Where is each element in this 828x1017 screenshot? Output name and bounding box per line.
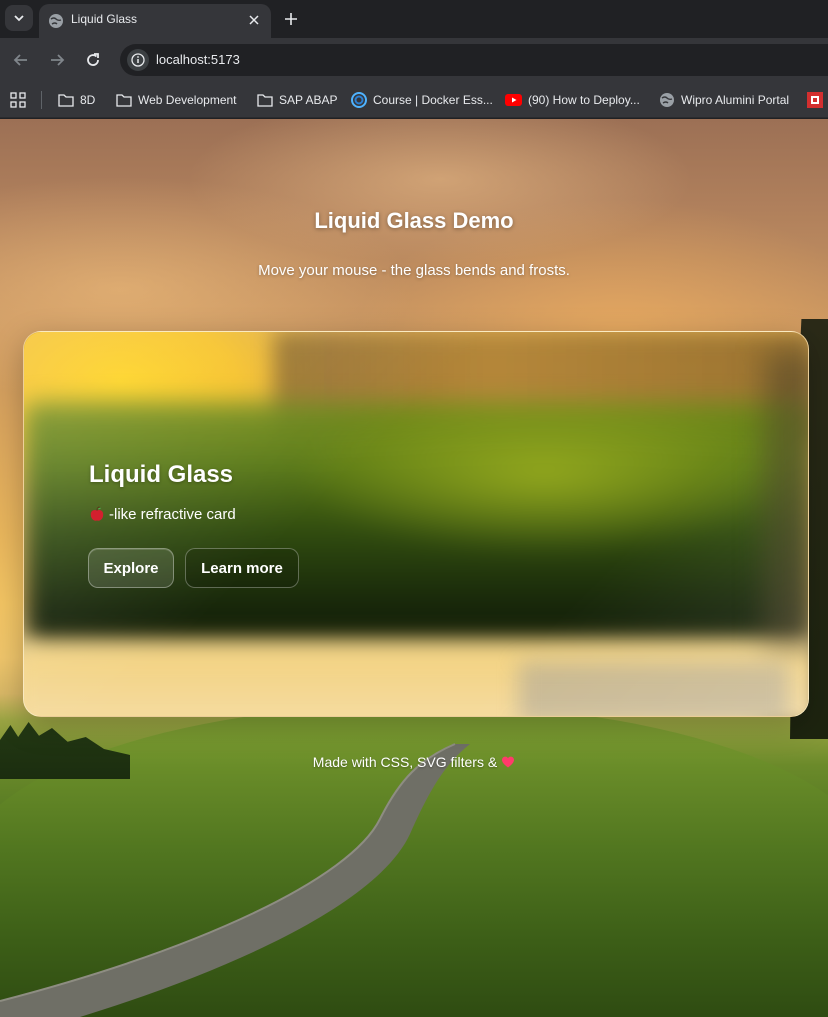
apple-icon xyxy=(90,506,104,521)
heart-icon xyxy=(502,756,515,768)
bookmark-label: Course | Docker Ess... xyxy=(373,93,493,107)
bookmarks-divider xyxy=(41,91,42,109)
card-title: Liquid Glass xyxy=(89,461,234,488)
bookmark-sap-abap[interactable]: SAP ABAP xyxy=(257,90,337,110)
address-bar[interactable]: localhost:5173 xyxy=(120,44,828,76)
new-tab-button[interactable] xyxy=(280,8,302,30)
back-button[interactable] xyxy=(10,49,32,71)
folder-icon xyxy=(257,94,273,107)
bookmark-web-development[interactable]: Web Development xyxy=(116,90,237,110)
reload-icon xyxy=(87,53,99,66)
bookmark-8d[interactable]: 8D xyxy=(58,90,95,110)
bookmark-label: Wipro Alumini Portal xyxy=(681,93,790,107)
liquid-glass-card[interactable]: Liquid Glass -like refractive card Explo… xyxy=(23,331,809,717)
apps-button[interactable] xyxy=(10,90,26,110)
explore-button[interactable]: Explore xyxy=(88,548,174,588)
footer-text: Made with CSS, SVG filters & xyxy=(312,754,498,770)
bookmark-label: Web Development xyxy=(138,93,237,107)
url-text[interactable]: localhost:5173 xyxy=(156,52,240,67)
apps-grid-icon xyxy=(10,92,26,108)
info-icon xyxy=(131,53,145,67)
card-glass-shine xyxy=(24,332,808,716)
globe-icon xyxy=(49,14,63,28)
tab-close-button[interactable] xyxy=(245,11,263,29)
card-subtitle: -like refractive card xyxy=(89,504,236,524)
chevron-down-icon xyxy=(14,15,24,22)
forward-button[interactable] xyxy=(46,49,68,71)
card-subtitle-text: -like refractive card xyxy=(109,505,236,523)
bookmark-youtube-deploy[interactable]: (90) How to Deploy... xyxy=(505,90,640,110)
bookmarks-bar: 8D Web Development SAP ABAP Course | Doc… xyxy=(0,82,828,118)
bookmark-label: 8D xyxy=(80,93,96,107)
bookmark-docker-course[interactable]: Course | Docker Ess... xyxy=(351,90,493,110)
youtube-icon xyxy=(505,94,522,106)
site-info-button[interactable] xyxy=(127,49,149,71)
plus-icon xyxy=(285,13,297,25)
folder-icon xyxy=(116,94,132,107)
page-title: Liquid Glass Demo xyxy=(314,208,514,233)
tab-liquid-glass[interactable]: Liquid Glass xyxy=(39,4,271,38)
page-footer: Made with CSS, SVG filters & xyxy=(0,752,828,772)
tab-title: Liquid Glass xyxy=(71,12,138,26)
back-arrow-icon xyxy=(13,54,27,66)
page-subtitle: Move your mouse - the glass bends and fr… xyxy=(258,262,570,279)
background-road xyxy=(0,743,470,1017)
page-viewport: Liquid Glass Demo Move your mouse - the … xyxy=(0,119,828,1017)
learn-more-button[interactable]: Learn more xyxy=(185,548,299,588)
globe-icon xyxy=(660,93,674,107)
bookmark-label: SAP ABAP xyxy=(279,93,338,107)
tab-search-button[interactable] xyxy=(5,5,33,31)
reload-button[interactable] xyxy=(82,49,104,71)
close-icon xyxy=(249,15,259,25)
course-icon xyxy=(351,92,367,108)
bookmark-wipro-alumni[interactable]: Wipro Alumini Portal xyxy=(659,90,789,110)
bookmark-overflow[interactable] xyxy=(807,90,823,110)
browser-toolbar: localhost:5173 xyxy=(0,38,828,82)
folder-icon xyxy=(58,94,74,107)
forward-arrow-icon xyxy=(51,54,65,66)
bookmark-label: (90) How to Deploy... xyxy=(528,93,640,107)
bookmark-favicon-icon xyxy=(807,92,823,108)
tab-strip: Liquid Glass xyxy=(0,0,828,38)
